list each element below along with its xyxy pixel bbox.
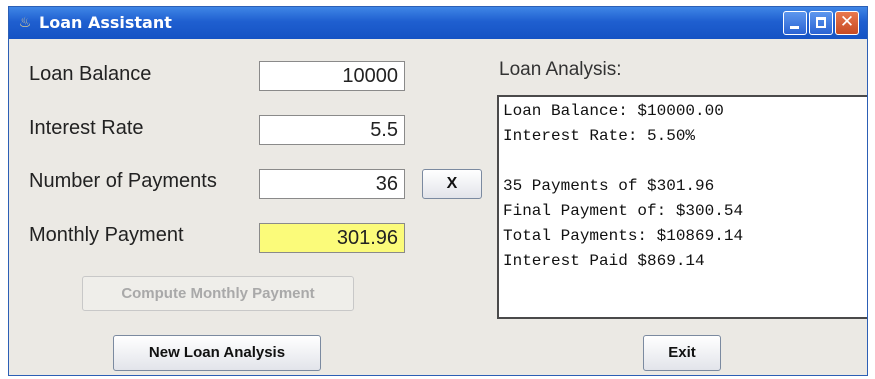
analysis-line: Loan Balance: $10000.00 — [503, 102, 724, 120]
monthly-payment-label: Monthly Payment — [29, 224, 184, 246]
number-of-payments-input[interactable] — [259, 169, 405, 199]
loan-balance-label: Loan Balance — [29, 63, 152, 85]
exit-button[interactable]: Exit — [643, 335, 721, 371]
close-icon: ✕ — [839, 12, 855, 32]
compute-button-label: Compute Monthly Payment — [121, 285, 315, 302]
interest-rate-input[interactable] — [259, 115, 405, 145]
monthly-payment-output — [259, 223, 405, 253]
close-button[interactable]: ✕ — [835, 11, 859, 35]
maximize-icon — [816, 17, 826, 28]
loan-analysis-label: Loan Analysis: — [499, 59, 622, 80]
analysis-line: Interest Paid $869.14 — [503, 252, 705, 270]
loan-balance-input[interactable] — [259, 61, 405, 91]
clear-payments-button[interactable]: X — [422, 169, 482, 199]
title-bar[interactable]: ♨ Loan Assistant ✕ — [9, 7, 867, 39]
compute-monthly-payment-button[interactable]: Compute Monthly Payment — [82, 276, 354, 311]
new-loan-analysis-button[interactable]: New Loan Analysis — [113, 335, 321, 371]
analysis-line: 35 Payments of $301.96 — [503, 177, 715, 195]
loan-analysis-textarea[interactable]: Loan Balance: $10000.00 Interest Rate: 5… — [497, 95, 867, 319]
exit-button-label: Exit — [668, 344, 696, 361]
loan-assistant-window: ♨ Loan Assistant ✕ Loan Balance Interest… — [8, 6, 868, 376]
analysis-line: Interest Rate: 5.50% — [503, 127, 696, 145]
new-loan-analysis-label: New Loan Analysis — [148, 344, 286, 361]
minimize-button[interactable] — [783, 11, 807, 35]
analysis-line — [503, 149, 863, 174]
analysis-line: Final Payment of: $300.54 — [503, 202, 744, 220]
clear-payments-label: X — [446, 175, 458, 192]
analysis-line: Total Payments: $10869.14 — [503, 227, 744, 245]
window-title: Loan Assistant — [39, 13, 172, 32]
java-coffee-icon: ♨ — [18, 15, 32, 31]
minimize-icon — [790, 26, 799, 29]
number-of-payments-label: Number of Payments — [29, 170, 217, 192]
maximize-button[interactable] — [809, 11, 833, 35]
interest-rate-label: Interest Rate — [29, 117, 144, 139]
